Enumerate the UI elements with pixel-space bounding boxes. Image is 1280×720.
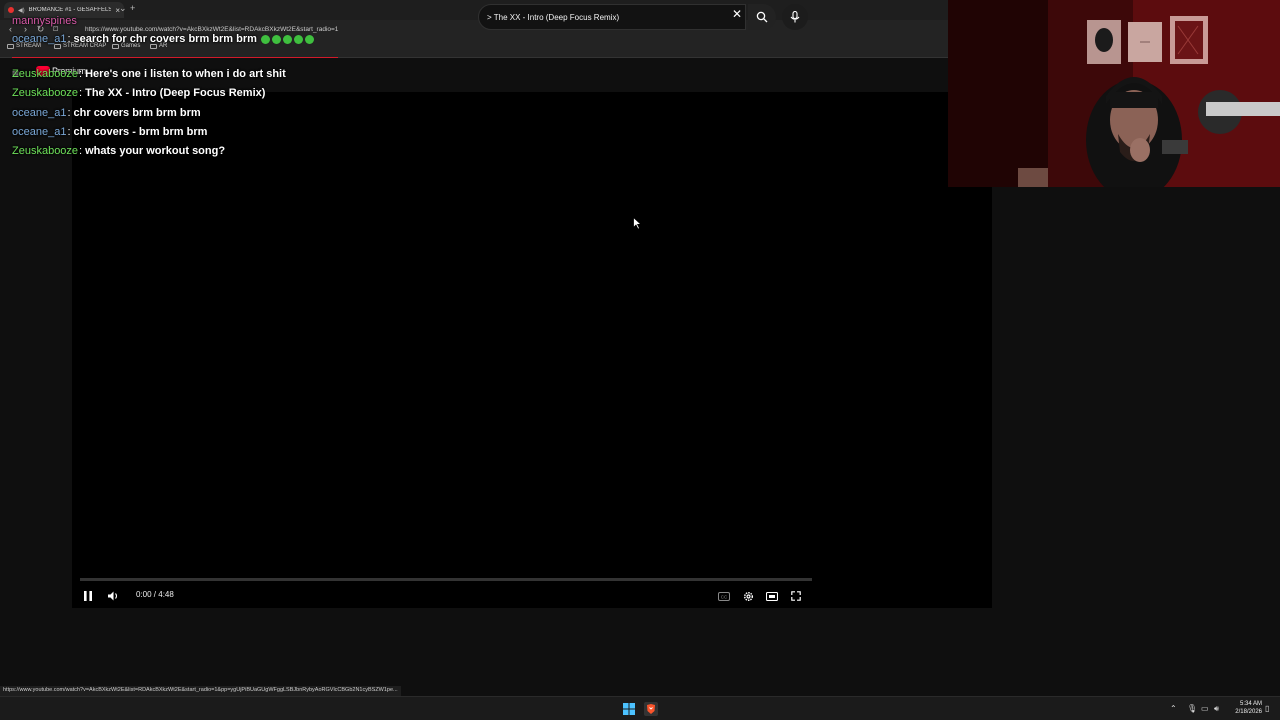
clear-search-icon[interactable]: ✕: [732, 7, 742, 21]
show-hidden-icons-icon[interactable]: ⌃: [1170, 704, 1177, 713]
search-input[interactable]: > The XX - Intro (Deep Focus Remix): [478, 4, 746, 30]
emote-icon: [304, 34, 314, 44]
chat-text: whats your workout song?: [85, 145, 226, 157]
chat-message: oceane_a1: chr covers brm brm brm: [12, 107, 201, 119]
chat-text: chr covers brm brm brm: [73, 107, 201, 119]
progress-bar[interactable]: [80, 578, 812, 581]
emote-icon: [260, 34, 270, 44]
streamer-webcam-image: [948, 0, 1280, 187]
chat-emotes: [260, 34, 314, 44]
microphone-icon: [790, 11, 800, 23]
brave-browser-icon[interactable]: [644, 702, 658, 716]
volume-icon: [108, 591, 118, 601]
chat-username: oceane_a1: [12, 107, 67, 119]
search-icon: [756, 11, 768, 23]
subtitles-button[interactable]: CC: [716, 588, 732, 604]
chat-separator: :: [67, 107, 71, 119]
voice-search-button[interactable]: [782, 4, 808, 30]
network-icon[interactable]: ▭: [1201, 704, 1209, 713]
search-button[interactable]: [748, 4, 776, 30]
chat-message: Zeuskabooze: whats your workout song?: [12, 145, 225, 157]
theater-mode-button[interactable]: [764, 588, 780, 604]
chat-message: Zeuskabooze: The XX - Intro (Deep Focus R…: [12, 87, 265, 99]
chat-separator: :: [67, 33, 71, 45]
emote-icon: [282, 34, 292, 44]
system-clock[interactable]: 5:34 AM 2/18/2026: [1232, 700, 1262, 716]
chat-message: Zeuskabooze: Here's one i listen to when …: [12, 68, 286, 80]
fullscreen-icon: [791, 591, 801, 601]
emote-icon: [271, 34, 281, 44]
clock-date: 2/18/2026: [1235, 709, 1262, 715]
youtube-favicon-icon: [8, 7, 14, 13]
chat-username: oceane_a1: [12, 126, 67, 138]
chat-text: The XX - Intro (Deep Focus Remix): [85, 87, 266, 99]
time-display: 0:00 / 4:48: [136, 590, 174, 599]
tab-menu-icon[interactable]: ⌄: [119, 3, 127, 14]
microphone-icon[interactable]: 🎙︎: [1187, 704, 1197, 713]
clock-time: 5:34 AM: [1239, 701, 1262, 707]
chat-separator: :: [79, 87, 83, 99]
pause-button[interactable]: [80, 588, 96, 604]
chat-separator: :: [79, 145, 83, 157]
chat-message: oceane_a1: search for chr covers brm brm …: [12, 33, 314, 45]
windows-start-icon[interactable]: [622, 702, 636, 716]
chat-top-username: mannyspines: [12, 15, 77, 27]
audio-playing-icon[interactable]: ◀): [18, 7, 25, 14]
pause-icon: [84, 591, 92, 601]
chat-username: Zeuskabooze: [12, 68, 79, 80]
closed-captions-icon: CC: [718, 591, 730, 601]
search-input-value: > The XX - Intro (Deep Focus Remix): [487, 13, 620, 22]
chat-separator: :: [79, 68, 83, 80]
windows-taskbar: ⌃ 🎙︎ ▭ 🔊︎ 5:34 AM 2/18/2026 ▯: [0, 696, 1280, 720]
chat-text: chr covers - brm brm brm: [73, 126, 208, 138]
chat-username: oceane_a1: [12, 33, 67, 45]
chat-username: Zeuskabooze: [12, 145, 79, 157]
notifications-icon[interactable]: ▯: [1265, 704, 1269, 713]
theater-mode-icon: [766, 591, 778, 601]
chat-username: Zeuskabooze: [12, 87, 79, 99]
new-tab-icon[interactable]: +: [130, 3, 135, 13]
volume-icon[interactable]: 🔊︎: [1214, 704, 1219, 714]
status-bar-url: https://www.youtube.com/watch?v=AkcBXkzW…: [0, 686, 401, 696]
gear-icon: [743, 591, 753, 601]
emote-icon: [293, 34, 303, 44]
tab-title: BROMANCE #1 - GESAFFELSTEIN: [28, 7, 112, 13]
mouse-cursor-icon: [633, 217, 642, 230]
volume-button[interactable]: [106, 588, 122, 604]
settings-button[interactable]: [740, 588, 756, 604]
chat-username: mannyspines: [12, 15, 77, 27]
fullscreen-button[interactable]: [788, 588, 804, 604]
chat-separator: :: [67, 126, 71, 138]
chat-text: search for chr covers brm brm brm: [73, 33, 257, 45]
address-bar[interactable]: https://www.youtube.com/watch?v=AkcBXkzW…: [85, 26, 338, 33]
chat-divider: [12, 57, 338, 58]
webcam-overlay: [948, 0, 1280, 187]
svg-text:CC: CC: [721, 594, 728, 599]
video-player[interactable]: 0:00 / 4:48 CC: [72, 92, 992, 608]
chat-text: Here's one i listen to when i do art shi…: [85, 68, 286, 80]
chat-message: oceane_a1: chr covers - brm brm brm: [12, 126, 207, 138]
